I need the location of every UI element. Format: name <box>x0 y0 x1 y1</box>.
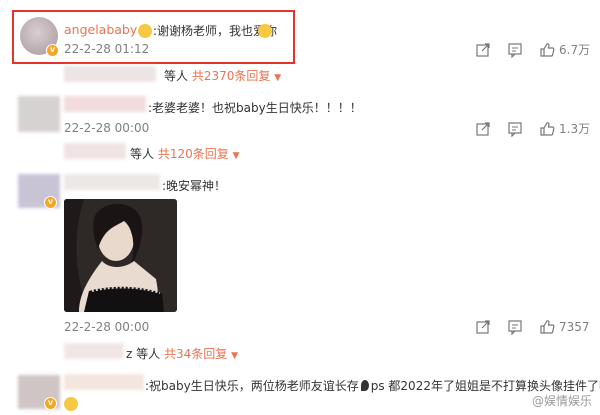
emoji-icon <box>64 397 78 411</box>
redacted-name <box>64 143 126 159</box>
comment-timestamp: 22-2-28 00:00 <box>64 121 150 135</box>
comment-username[interactable]: angelababy <box>64 22 137 37</box>
portrait-image <box>64 199 177 312</box>
share-icon[interactable] <box>475 42 491 58</box>
caret-down-icon: ▼ <box>232 151 240 161</box>
map-pin-icon <box>360 380 369 391</box>
reply-count-link[interactable]: 共34条回复 <box>164 347 227 361</box>
thumbs-up-icon[interactable] <box>539 42 555 58</box>
verified-badge-icon: v <box>44 196 57 209</box>
reply-summary[interactable]: 等人 共2370条回复 ▼ <box>164 67 281 84</box>
verified-badge-icon: v <box>46 44 59 57</box>
share-icon[interactable] <box>475 319 491 335</box>
like-count: 7357 <box>559 320 590 334</box>
verified-badge-icon: v <box>44 397 57 410</box>
comment-text: :晚安幂神！ <box>162 179 227 193</box>
redacted-username <box>64 96 146 112</box>
comment-icon[interactable] <box>507 42 523 58</box>
caret-down-icon: ▼ <box>274 73 282 83</box>
kiss-emoji-icon <box>258 24 272 38</box>
reply-summary[interactable]: z 等人 共34条回复 ▼ <box>126 345 238 362</box>
reply-summary[interactable]: 等人 共120条回复 ▼ <box>130 145 240 162</box>
thumbs-up-icon[interactable] <box>539 319 555 335</box>
avatar[interactable] <box>18 96 60 132</box>
comment-icon[interactable] <box>507 319 523 335</box>
comment-photo[interactable] <box>64 199 177 312</box>
comment-timestamp: 22-2-28 01:12 <box>64 42 150 56</box>
like-count: 6.7万 <box>559 43 591 57</box>
reply-count-link[interactable]: 共120条回复 <box>158 147 229 161</box>
caret-down-icon: ▼ <box>231 351 239 361</box>
redacted-username <box>64 174 160 190</box>
redacted-name <box>64 343 124 359</box>
share-icon[interactable] <box>475 121 491 137</box>
comment-actions: 6.7万 <box>475 41 590 58</box>
redacted-username <box>64 374 144 390</box>
reply-count-link[interactable]: 共2370条回复 <box>192 69 271 83</box>
comment-actions: 7357 <box>475 319 590 335</box>
comment-icon[interactable] <box>507 121 523 137</box>
heart-eyes-emoji-icon <box>138 24 152 38</box>
comment-timestamp: 22-2-28 00:00 <box>64 320 150 334</box>
comment-actions: 1.3万 <box>475 120 590 137</box>
redacted-name <box>64 66 156 82</box>
comment-text: :老婆老婆！也祝baby生日快乐！！！！ <box>148 101 362 115</box>
thumbs-up-icon[interactable] <box>539 121 555 137</box>
like-count: 1.3万 <box>559 122 591 136</box>
watermark: @娱情娱乐 <box>531 394 592 408</box>
